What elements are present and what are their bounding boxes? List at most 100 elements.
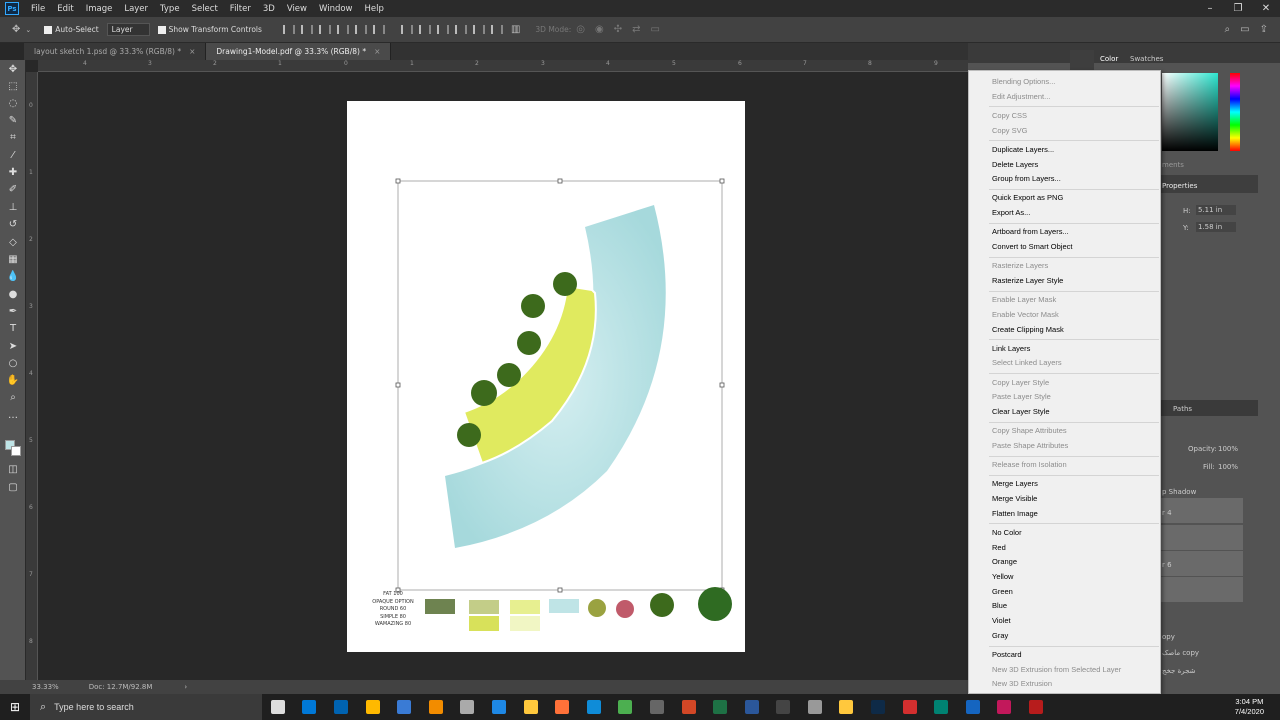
marquee-tool-icon[interactable]: ⬚: [6, 81, 20, 93]
tab-swatches[interactable]: Swatches: [1130, 55, 1163, 63]
media-icon[interactable]: [388, 694, 420, 720]
color-picker-field[interactable]: [1162, 73, 1218, 151]
mail-icon[interactable]: [325, 694, 357, 720]
steam-icon[interactable]: [768, 694, 800, 720]
layer-row-selected[interactable]: [1158, 525, 1243, 550]
path-select-tool-icon[interactable]: ➤: [6, 341, 20, 353]
move-tool-icon[interactable]: ✥: [6, 64, 20, 76]
type-tool-icon[interactable]: T: [6, 323, 20, 335]
menu-filter[interactable]: Filter: [224, 4, 257, 14]
chevron-right-icon[interactable]: ›: [184, 683, 187, 691]
menu-item-clear-layer-style[interactable]: Clear Layer Style: [992, 406, 1157, 418]
photoshop-icon[interactable]: [862, 694, 894, 720]
align-bottom-icon[interactable]: [372, 25, 385, 34]
auto-select-target-dropdown[interactable]: Layer: [106, 23, 150, 36]
distribute-right-icon[interactable]: [490, 25, 503, 34]
menu-view[interactable]: View: [281, 4, 313, 14]
menu-item-violet[interactable]: Violet: [992, 615, 1157, 627]
chevron-down-icon[interactable]: ⌄: [25, 26, 31, 34]
menu-item-duplicate-layers[interactable]: Duplicate Layers...: [992, 144, 1157, 156]
distribute-left-icon[interactable]: [454, 25, 467, 34]
history-brush-icon[interactable]: ↺: [6, 219, 20, 231]
align-right-icon[interactable]: [318, 25, 331, 34]
close-icon[interactable]: ×: [189, 47, 195, 56]
crop-tool-icon[interactable]: ⌗: [6, 132, 20, 144]
fill-field[interactable]: 100%: [1218, 463, 1238, 471]
menu-3d[interactable]: 3D: [257, 4, 281, 14]
y-field[interactable]: 1.58 in: [1196, 222, 1236, 232]
background-color-swatch[interactable]: [11, 446, 21, 456]
edge-icon[interactable]: [578, 694, 610, 720]
quick-select-tool-icon[interactable]: ✎: [6, 115, 20, 127]
folder2-icon[interactable]: [831, 694, 863, 720]
ellipse-tool-icon[interactable]: ○: [6, 358, 20, 370]
files-icon[interactable]: [357, 694, 389, 720]
minimize-icon[interactable]: –: [1196, 3, 1224, 14]
align-left-icon[interactable]: [282, 25, 295, 34]
zoom-tool-icon[interactable]: ⌕: [6, 392, 20, 404]
menu-item-export-as[interactable]: Export As...: [992, 207, 1157, 219]
menu-item-rasterize-layer-style[interactable]: Rasterize Layer Style: [992, 275, 1157, 287]
menu-item-merge-layers[interactable]: Merge Layers: [992, 478, 1157, 490]
eraser-tool-icon[interactable]: ◇: [6, 237, 20, 249]
3d-drag-icon[interactable]: ✣: [614, 24, 622, 35]
b-icon[interactable]: [483, 694, 515, 720]
close-window-icon[interactable]: ✕: [1252, 3, 1280, 14]
blur-tool-icon[interactable]: 💧: [6, 271, 20, 283]
lasso-tool-icon[interactable]: ◌: [6, 98, 20, 110]
h-field[interactable]: 5.11 in: [1196, 205, 1236, 215]
menu-window[interactable]: Window: [313, 4, 359, 14]
3d-scale-icon[interactable]: ▭: [651, 24, 660, 35]
ruler-vertical[interactable]: 0 1 2 3 4 5 6 7 8: [26, 72, 38, 680]
menu-item-group-from-layers[interactable]: Group from Layers...: [992, 173, 1157, 185]
gradient-tool-icon[interactable]: ▦: [6, 254, 20, 266]
menu-item-red[interactable]: Red: [992, 542, 1157, 554]
menu-item-merge-visible[interactable]: Merge Visible: [992, 493, 1157, 505]
menu-file[interactable]: File: [25, 4, 51, 14]
document-canvas[interactable]: FAT 100 OPAQUE OPTION ROUND 60 SIMPLE 80…: [347, 101, 745, 652]
workspace-icon[interactable]: ▭: [1240, 24, 1249, 35]
layer-effect-drop-shadow[interactable]: p Shadow: [1162, 488, 1196, 496]
distribute-middle-icon[interactable]: [418, 25, 431, 34]
tab-color[interactable]: Color: [1100, 55, 1118, 63]
ruler-horizontal[interactable]: 4 3 2 1 0 1 2 3 4 5 6 7 8 9 10: [38, 60, 1068, 72]
acrobat-icon[interactable]: [894, 694, 926, 720]
menu-item-green[interactable]: Green: [992, 586, 1157, 598]
clock[interactable]: 3:04 PM 7/4/2020: [1235, 697, 1264, 717]
more-tools-icon[interactable]: …: [6, 410, 20, 422]
app-icon[interactable]: [925, 694, 957, 720]
menu-item-convert-to-smart-object[interactable]: Convert to Smart Object: [992, 241, 1157, 253]
menu-item-create-clipping-mask[interactable]: Create Clipping Mask: [992, 324, 1157, 336]
move-tool-icon[interactable]: ✥: [12, 24, 20, 35]
menu-item-blue[interactable]: Blue: [992, 600, 1157, 612]
task-view-icon[interactable]: [262, 694, 294, 720]
hand-tool-icon[interactable]: ✋: [6, 375, 20, 387]
firefox-icon[interactable]: [546, 694, 578, 720]
calculator-icon[interactable]: [641, 694, 673, 720]
quick-mask-icon[interactable]: ◫: [6, 464, 20, 476]
search-icon[interactable]: ⌕: [1225, 24, 1231, 35]
brush-tool-icon[interactable]: ✐: [6, 184, 20, 196]
menu-help[interactable]: Help: [359, 4, 390, 14]
menu-image[interactable]: Image: [80, 4, 119, 14]
tab-paths[interactable]: Paths: [1173, 405, 1192, 413]
3d-orbit-icon[interactable]: ◎: [576, 24, 585, 35]
restore-icon[interactable]: ❐: [1224, 3, 1252, 14]
layer-row-selected[interactable]: [1158, 577, 1243, 602]
distribute-bottom-icon[interactable]: [436, 25, 449, 34]
screen-mode-icon[interactable]: ▢: [6, 482, 20, 494]
zoom-level[interactable]: 33.33%: [32, 683, 59, 691]
taskbar-search[interactable]: ⌕ Type here to search: [30, 694, 262, 720]
tab-layout-sketch[interactable]: layout sketch 1.psd @ 33.3% (RGB/8) * ×: [24, 43, 207, 60]
close-icon[interactable]: ×: [374, 47, 380, 56]
dodge-tool-icon[interactable]: ●: [6, 289, 20, 301]
menu-item-no-color[interactable]: No Color: [992, 527, 1157, 539]
store-icon[interactable]: [294, 694, 326, 720]
align-top-icon[interactable]: [336, 25, 349, 34]
distribute-center-icon[interactable]: [472, 25, 485, 34]
share-icon[interactable]: ⇪: [1260, 24, 1268, 35]
3d-roll-icon[interactable]: ◉: [595, 24, 604, 35]
folder-icon[interactable]: [515, 694, 547, 720]
app3-icon[interactable]: [989, 694, 1021, 720]
excel-icon[interactable]: [704, 694, 736, 720]
